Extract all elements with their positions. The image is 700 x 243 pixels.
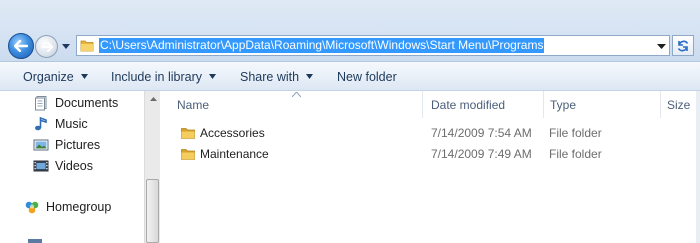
new-folder-button[interactable]: New folder [337, 62, 397, 91]
chevron-down-icon [80, 74, 88, 79]
scroll-thumb[interactable] [146, 179, 159, 243]
file-name: Accessories [200, 126, 265, 140]
nav-item-label: Music [55, 117, 88, 131]
homegroup-label: Homegroup [46, 200, 112, 214]
include-in-library-button[interactable]: Include in library [111, 62, 217, 91]
organize-button[interactable]: Organize [23, 62, 88, 91]
scroll-up-button[interactable] [145, 91, 161, 107]
column-header-label: Date modified [431, 97, 506, 112]
recent-pages-dropdown[interactable] [61, 41, 71, 51]
nav-item-homegroup[interactable]: Homegroup [24, 198, 111, 216]
file-type: File folder [549, 147, 602, 161]
table-row[interactable]: Maintenance 7/14/2009 7:49 AM File folde… [161, 144, 700, 164]
nav-item-label: Documents [55, 96, 119, 110]
music-icon [35, 116, 47, 131]
chevron-down-icon[interactable] [657, 42, 666, 50]
chevron-down-icon [209, 74, 217, 79]
arrow-left-icon [14, 40, 28, 52]
folder-icon [181, 128, 195, 139]
refresh-icon [677, 40, 689, 51]
column-header-type[interactable]: Type [544, 91, 661, 118]
column-header-label: Type [550, 97, 577, 112]
file-date-modified: 7/14/2009 7:49 AM [431, 147, 532, 161]
videos-icon [33, 160, 49, 172]
arrow-right-icon [40, 41, 53, 52]
chevron-down-icon [306, 74, 314, 79]
nav-item-documents[interactable]: Documents [33, 94, 118, 112]
file-date-modified: 7/14/2009 7:54 AM [431, 126, 532, 140]
nav-item-partial [28, 239, 42, 243]
chevron-down-icon [62, 43, 70, 49]
nav-item-videos[interactable]: Videos [33, 157, 93, 175]
column-header-date-modified[interactable]: Date modified [423, 91, 544, 118]
back-button[interactable] [8, 33, 34, 59]
documents-icon [35, 96, 47, 111]
file-name: Maintenance [200, 147, 269, 161]
share-with-label: Share with [240, 69, 300, 84]
address-path[interactable]: C:\Users\Administrator\AppData\Roaming\M… [99, 38, 545, 53]
refresh-button[interactable] [672, 35, 694, 56]
address-bar-row: C:\Users\Administrator\AppData\Roaming\M… [0, 0, 700, 62]
file-name-cell[interactable]: Accessories [181, 123, 265, 143]
new-folder-label: New folder [337, 69, 397, 84]
command-bar: Organize Include in library Share with N… [0, 62, 700, 91]
include-in-library-label: Include in library [111, 69, 203, 84]
homegroup-icon [25, 201, 39, 214]
forward-button[interactable] [35, 35, 58, 58]
file-type: File folder [549, 126, 602, 140]
nav-item-pictures[interactable]: Pictures [33, 136, 100, 154]
column-header-name[interactable]: Name [161, 91, 423, 118]
address-field[interactable]: C:\Users\Administrator\AppData\Roaming\M… [76, 35, 670, 56]
pictures-icon [33, 139, 49, 151]
nav-pane-scrollbar[interactable] [144, 91, 160, 243]
column-header-size[interactable]: Size [661, 91, 700, 118]
nav-item-label: Pictures [55, 138, 101, 152]
column-header-label: Name [177, 97, 210, 112]
navigation-pane: Documents Music Pictures Videos Homegrou… [0, 91, 160, 243]
share-with-button[interactable]: Share with [240, 62, 314, 91]
chevron-up-icon [149, 97, 157, 101]
column-header-label: Size [667, 97, 691, 112]
nav-item-music[interactable]: Music [33, 115, 88, 133]
folder-icon [181, 149, 195, 160]
window-right-edge [696, 91, 700, 243]
file-name-cell[interactable]: Maintenance [181, 144, 269, 164]
folder-icon [80, 40, 94, 52]
table-row[interactable]: Accessories 7/14/2009 7:54 AM File folde… [161, 123, 700, 143]
nav-item-label: Videos [55, 159, 93, 173]
file-list: Name Date modified Type Size Accessories… [161, 91, 700, 243]
organize-label: Organize [23, 69, 74, 84]
